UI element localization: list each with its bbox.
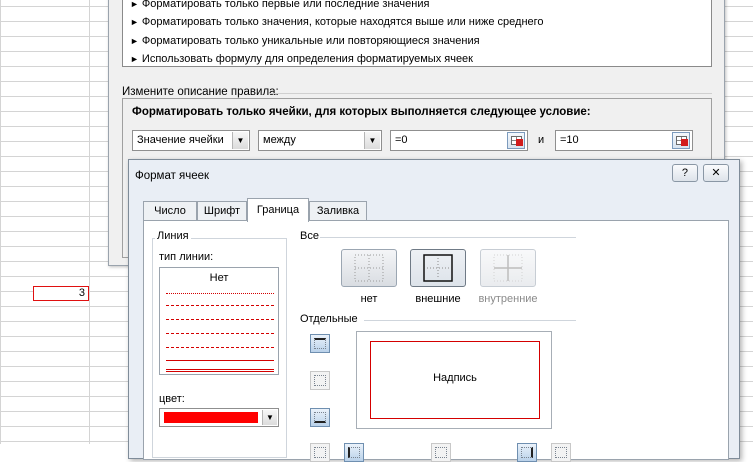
preview-caption: Надпись — [433, 372, 477, 384]
border-center-button[interactable] — [431, 443, 451, 462]
border-left-button[interactable] — [344, 443, 364, 462]
divider — [269, 93, 712, 94]
preset-inside-button[interactable] — [480, 249, 536, 287]
tab-font[interactable]: Шрифт — [197, 201, 247, 221]
line-style-none[interactable]: Нет — [160, 272, 278, 284]
border-tab-panel: Линия тип линии: Нет цвет: ▼ Все нет вне… — [143, 220, 729, 462]
all-group-label: Все — [298, 230, 321, 242]
line-style-option[interactable] — [166, 319, 274, 320]
dialog-title: Формат ячеек — [135, 170, 210, 182]
divider — [364, 320, 576, 321]
preset-none-label: нет — [360, 293, 378, 305]
chevron-down-icon[interactable]: ▼ — [262, 410, 277, 425]
inside-borders-icon — [493, 254, 523, 282]
range-select-icon[interactable] — [672, 132, 690, 149]
color-label: цвет: — [157, 393, 187, 405]
chevron-down-icon[interactable]: ▼ — [364, 132, 380, 149]
condition-title: Форматировать только ячейки, для которых… — [132, 106, 591, 118]
preset-none-button[interactable] — [341, 249, 397, 287]
value1-input[interactable]: =0 — [390, 130, 528, 151]
line-style-option[interactable] — [166, 369, 274, 372]
line-style-option[interactable] — [166, 293, 274, 294]
separate-group-label: Отдельные — [298, 313, 360, 325]
preset-outline-label: внешние — [415, 293, 461, 305]
rule-type-list[interactable]: ► Форматировать только первые или последн… — [122, 0, 712, 67]
line-style-option[interactable] — [166, 347, 274, 348]
line-style-option[interactable] — [166, 333, 274, 334]
triangle-icon: ► — [130, 17, 139, 27]
format-cells-dialog: Формат ячеек ? ✕ Число Шрифт Граница Зал… — [128, 159, 740, 462]
tab-number[interactable]: Число — [143, 201, 197, 221]
value2-input[interactable]: =10 — [555, 130, 693, 151]
edit-rule-label: Измените описание правила: — [122, 86, 279, 98]
operator-select[interactable]: между ▼ — [258, 130, 382, 151]
triangle-icon: ► — [130, 36, 139, 46]
preset-outline-button[interactable] — [410, 249, 466, 287]
border-right-button[interactable] — [517, 443, 537, 462]
line-style-option[interactable] — [166, 360, 274, 361]
range-select-icon[interactable] — [507, 132, 525, 149]
color-swatch — [164, 412, 258, 423]
preset-inside-label: внутренние — [478, 293, 538, 305]
help-button[interactable]: ? — [671, 164, 698, 182]
and-label: и — [538, 134, 545, 146]
line-style-option[interactable] — [166, 305, 274, 306]
triangle-icon: ► — [130, 0, 139, 9]
line-style-list[interactable]: Нет — [159, 267, 279, 375]
rule-type-item[interactable]: ► Форматировать только значения, которые … — [130, 13, 544, 32]
triangle-icon: ► — [130, 54, 139, 64]
selected-cell[interactable]: 3 — [33, 286, 89, 301]
border-bottom-button[interactable] — [310, 408, 330, 427]
close-button[interactable]: ✕ — [703, 164, 729, 182]
border-middle-button[interactable] — [310, 371, 330, 390]
border-top-button[interactable] — [310, 334, 330, 353]
tab-border[interactable]: Граница — [247, 198, 309, 222]
rule-type-item[interactable]: ► Форматировать только уникальные или пов… — [130, 32, 480, 51]
color-select[interactable]: ▼ — [159, 408, 279, 427]
line-type-label: тип линии: — [157, 251, 216, 263]
tab-fill[interactable]: Заливка — [309, 201, 367, 221]
outline-borders-icon — [423, 254, 453, 282]
border-preview[interactable]: Надпись — [356, 331, 552, 429]
rule-type-item[interactable]: ► Использовать формулу для определения фо… — [130, 50, 473, 69]
divider — [320, 237, 576, 238]
rule-type-item[interactable]: ► Форматировать только первые или последн… — [130, 0, 429, 14]
border-diagonal-down-button[interactable] — [551, 443, 571, 462]
line-group-label: Линия — [155, 230, 191, 242]
no-borders-icon — [354, 254, 384, 282]
border-diagonal-up-button[interactable] — [310, 443, 330, 462]
field-select[interactable]: Значение ячейки ▼ — [132, 130, 250, 151]
chevron-down-icon[interactable]: ▼ — [232, 132, 248, 149]
